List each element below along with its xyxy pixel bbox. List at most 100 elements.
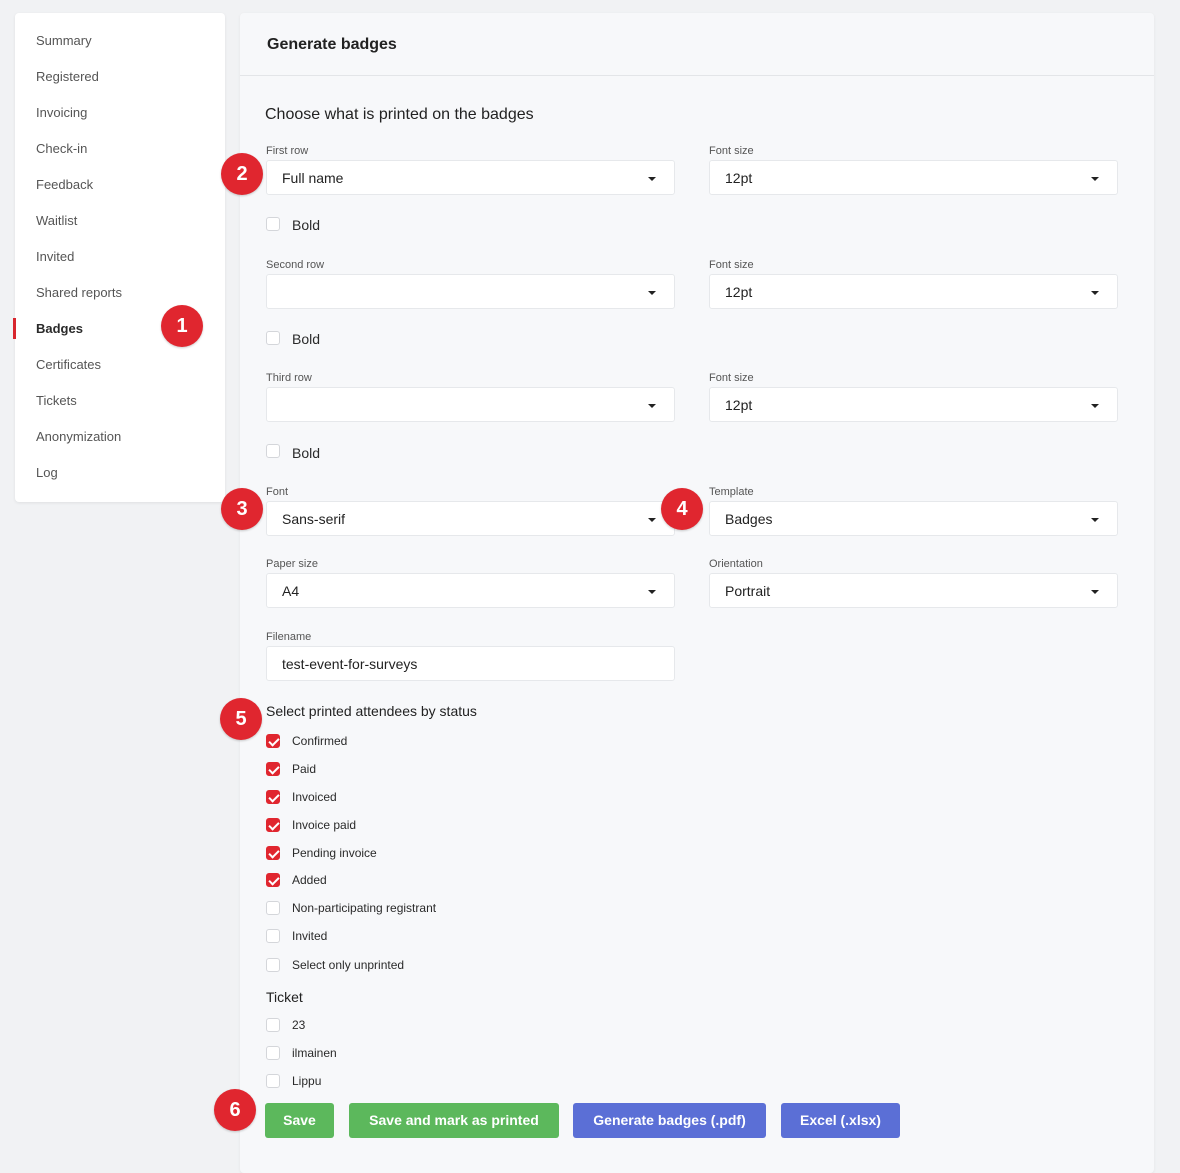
font-value: Sans-serif	[282, 511, 346, 527]
third-row-label: Third row	[266, 372, 312, 384]
first-row-label: First row	[266, 145, 309, 157]
filename-value: test-event-for-surveys	[282, 656, 418, 672]
sidebar-item-anonymization[interactable]: Anonymization	[15, 419, 225, 455]
second-row-font-size-label: Font size	[709, 259, 754, 271]
excel-export-button[interactable]: Excel (.xlsx)	[781, 1103, 900, 1138]
first-row-bold-checkbox[interactable]	[266, 217, 280, 231]
second-row-select[interactable]	[266, 274, 675, 309]
second-row-font-size-select[interactable]: 12pt	[709, 274, 1118, 309]
status-confirmed-checkbox[interactable]	[266, 734, 280, 748]
orientation-value: Portrait	[725, 583, 771, 599]
third-row-font-size-value: 12pt	[725, 397, 753, 413]
status-pending-invoice-label: Pending invoice	[292, 846, 377, 860]
sidebar: Summary Registered Invoicing Check-in Fe…	[13, 13, 225, 502]
first-row-bold-label: Bold	[292, 217, 321, 233]
sidebar-item-shared-reports[interactable]: Shared reports	[15, 275, 225, 311]
caret-down-icon	[648, 518, 656, 522]
save-button[interactable]: Save	[265, 1103, 334, 1138]
sidebar-item-log[interactable]: Log	[15, 455, 225, 491]
second-row-bold-label: Bold	[292, 331, 321, 347]
save-and-mark-printed-button[interactable]: Save and mark as printed	[349, 1103, 559, 1138]
status-confirmed-label: Confirmed	[292, 734, 348, 748]
caret-down-icon	[1091, 177, 1099, 181]
first-row-font-size-label: Font size	[709, 145, 754, 157]
status-invited-checkbox[interactable]	[266, 929, 280, 943]
template-value: Badges	[725, 511, 773, 527]
status-paid-checkbox[interactable]	[266, 762, 280, 776]
annotation-marker-4: 4	[661, 488, 703, 530]
status-added-checkbox[interactable]	[266, 873, 280, 887]
status-invoiced-checkbox[interactable]	[266, 790, 280, 804]
ticket-ilmainen-label: ilmainen	[292, 1046, 337, 1060]
first-row-value: Full name	[282, 170, 344, 186]
first-row-select[interactable]: Full name	[266, 160, 675, 195]
select-only-unprinted-checkbox[interactable]	[266, 958, 280, 972]
section-title: Choose what is printed on the badges	[265, 106, 534, 123]
select-only-unprinted-label: Select only unprinted	[292, 958, 405, 972]
generate-badges-panel: Generate badges Choose what is printed o…	[240, 13, 1154, 1173]
orientation-label: Orientation	[709, 558, 763, 570]
font-label: Font	[266, 486, 289, 498]
ticket-lippu-label: Lippu	[292, 1074, 322, 1088]
third-row-bold-checkbox[interactable]	[266, 444, 280, 458]
sidebar-item-waitlist[interactable]: Waitlist	[15, 203, 225, 239]
template-label: Template	[709, 486, 754, 498]
sidebar-item-invoicing[interactable]: Invoicing	[15, 95, 225, 131]
paper-size-label: Paper size	[266, 558, 318, 570]
sidebar-item-registered[interactable]: Registered	[15, 59, 225, 95]
sidebar-item-feedback[interactable]: Feedback	[15, 167, 225, 203]
status-invoice-paid-label: Invoice paid	[292, 818, 357, 832]
ticket-23-label: 23	[292, 1018, 306, 1032]
sidebar-item-summary[interactable]: Summary	[15, 23, 225, 59]
annotation-marker-2: 2	[221, 153, 263, 195]
sidebar-item-check-in[interactable]: Check-in	[15, 131, 225, 167]
paper-size-select[interactable]: A4	[266, 573, 675, 608]
annotation-marker-1: 1	[161, 305, 203, 347]
status-non-participating-checkbox[interactable]	[266, 901, 280, 915]
paper-size-value: A4	[282, 583, 300, 599]
second-row-label: Second row	[266, 259, 325, 271]
caret-down-icon	[648, 404, 656, 408]
ticket-ilmainen-checkbox[interactable]	[266, 1046, 280, 1060]
caret-down-icon	[1091, 590, 1099, 594]
caret-down-icon	[648, 590, 656, 594]
second-row-font-size-value: 12pt	[725, 284, 753, 300]
first-row-font-size-value: 12pt	[725, 170, 753, 186]
sidebar-item-certificates[interactable]: Certificates	[15, 347, 225, 383]
generate-pdf-button[interactable]: Generate badges (.pdf)	[573, 1103, 766, 1138]
third-row-select[interactable]	[266, 387, 675, 422]
page-title: Generate badges	[267, 36, 397, 53]
status-paid-label: Paid	[292, 762, 317, 776]
third-row-bold-label: Bold	[292, 445, 321, 461]
first-row-font-size-select[interactable]: 12pt	[709, 160, 1118, 195]
font-select[interactable]: Sans-serif	[266, 501, 675, 536]
third-row-font-size-select[interactable]: 12pt	[709, 387, 1118, 422]
caret-down-icon	[648, 177, 656, 181]
ticket-title: Ticket	[266, 989, 303, 1005]
ticket-lippu-checkbox[interactable]	[266, 1074, 280, 1088]
sidebar-item-tickets[interactable]: Tickets	[15, 383, 225, 419]
status-invoice-paid-checkbox[interactable]	[266, 818, 280, 832]
caret-down-icon	[1091, 291, 1099, 295]
caret-down-icon	[1091, 404, 1099, 408]
orientation-select[interactable]: Portrait	[709, 573, 1118, 608]
status-added-label: Added	[292, 873, 327, 887]
second-row-bold-checkbox[interactable]	[266, 331, 280, 345]
panel-header: Generate badges	[240, 13, 1154, 76]
template-select[interactable]: Badges	[709, 501, 1118, 536]
status-invited-label: Invited	[292, 929, 328, 943]
filename-input[interactable]: test-event-for-surveys	[266, 646, 675, 681]
annotation-marker-6: 6	[214, 1089, 256, 1131]
status-title: Select printed attendees by status	[266, 703, 477, 719]
ticket-23-checkbox[interactable]	[266, 1018, 280, 1032]
caret-down-icon	[1091, 518, 1099, 522]
filename-label: Filename	[266, 631, 312, 643]
annotation-marker-3: 3	[221, 488, 263, 530]
status-non-participating-label: Non-participating registrant	[292, 901, 437, 915]
annotation-marker-5: 5	[220, 698, 262, 740]
caret-down-icon	[648, 291, 656, 295]
third-row-font-size-label: Font size	[709, 372, 754, 384]
status-pending-invoice-checkbox[interactable]	[266, 846, 280, 860]
status-invoiced-label: Invoiced	[292, 790, 337, 804]
sidebar-item-invited[interactable]: Invited	[15, 239, 225, 275]
